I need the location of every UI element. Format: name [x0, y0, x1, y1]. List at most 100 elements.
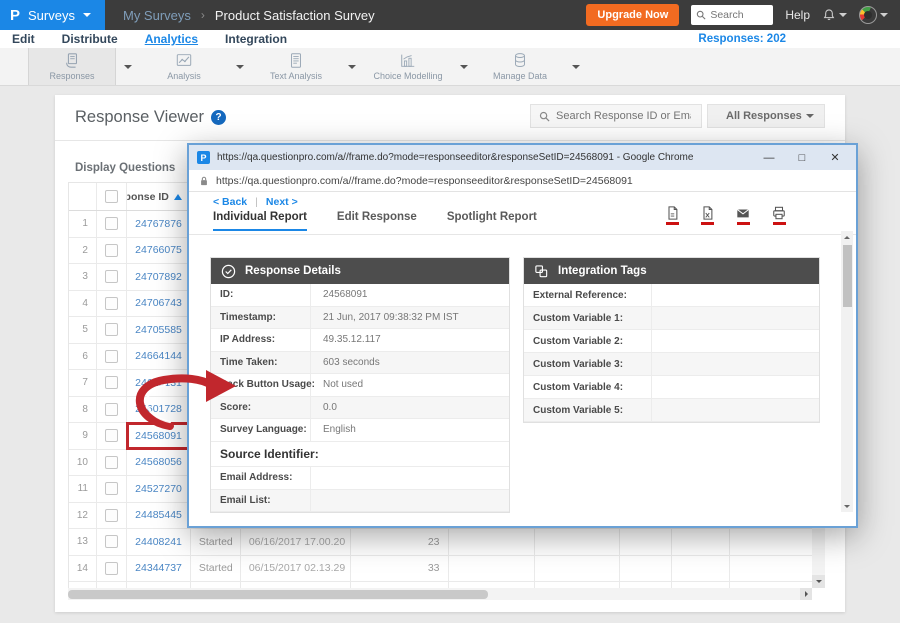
chevron-down-icon: [460, 65, 468, 73]
row-number: 11: [69, 476, 97, 502]
responses-dropdown-caret[interactable]: [116, 48, 140, 85]
response-id-cell[interactable]: 24766075: [127, 238, 191, 264]
response-id-cell[interactable]: 24408241: [127, 529, 191, 555]
row-checkbox[interactable]: [105, 456, 118, 469]
report-tab[interactable]: Individual Report: [213, 211, 307, 231]
row-checkbox[interactable]: [105, 244, 118, 257]
popup-title-bar[interactable]: P https://qa.questionpro.com/a//frame.do…: [189, 145, 856, 170]
row-checkbox[interactable]: [105, 297, 118, 310]
detail-row: Source Identifier:: [211, 442, 509, 468]
search-icon: [539, 111, 550, 122]
close-button[interactable]: ✕: [822, 151, 848, 164]
response-id-header[interactable]: Response ID: [127, 183, 191, 210]
toolbar-item-manage-data[interactable]: Manage Data: [476, 48, 564, 85]
detail-label: Custom Variable 3:: [524, 353, 652, 375]
response-id-cell[interactable]: 24705585: [127, 317, 191, 343]
select-all-cell: [97, 183, 127, 210]
next-link[interactable]: Next >: [266, 196, 298, 208]
export-excel-button[interactable]: [701, 206, 714, 225]
choice-modelling-dropdown-caret[interactable]: [452, 48, 476, 85]
minimize-button[interactable]: —: [756, 152, 782, 164]
row-checkbox[interactable]: [105, 535, 118, 548]
divider: [55, 140, 845, 141]
menu-item[interactable]: Edit: [12, 32, 35, 46]
response-id-cell[interactable]: 24601728: [127, 397, 191, 423]
row-checkbox[interactable]: [105, 482, 118, 495]
report-tab[interactable]: Edit Response: [337, 211, 417, 231]
response-id-cell[interactable]: 24664144: [127, 344, 191, 370]
questionpro-favicon: P: [197, 151, 210, 164]
email-report-button[interactable]: [736, 206, 750, 225]
menu-item[interactable]: Integration: [225, 32, 287, 46]
back-link[interactable]: < Back: [213, 196, 247, 208]
popup-url[interactable]: https://qa.questionpro.com/a//frame.do?m…: [216, 175, 633, 187]
response-search-input[interactable]: [556, 110, 691, 122]
response-id-cell[interactable]: 24767876: [127, 211, 191, 237]
response-id-cell[interactable]: 24707892: [127, 264, 191, 290]
chevron-down-icon: [880, 13, 888, 21]
popup-address-bar[interactable]: https://qa.questionpro.com/a//frame.do?m…: [189, 170, 856, 192]
row-checkbox[interactable]: [105, 429, 118, 442]
toolbar-item-analysis[interactable]: Analysis: [140, 48, 228, 85]
response-filter-dropdown[interactable]: All Responses: [707, 104, 825, 128]
detail-label: External Reference:: [524, 284, 652, 306]
row-checkbox[interactable]: [105, 350, 118, 363]
response-id-cell[interactable]: 24527270: [127, 476, 191, 502]
toolbar-item-text-analysis[interactable]: Text Analysis: [252, 48, 340, 85]
row-checkbox-cell: [97, 344, 127, 370]
response-id-cell[interactable]: 24568091: [127, 423, 191, 449]
scroll-up-icon[interactable]: [841, 231, 853, 243]
notifications-menu[interactable]: [822, 8, 847, 22]
scrollbar-thumb[interactable]: [843, 245, 852, 307]
row-checkbox[interactable]: [105, 270, 118, 283]
print-button[interactable]: [772, 206, 786, 225]
detail-value: [311, 467, 509, 489]
response-id-cell[interactable]: 24706743: [127, 291, 191, 317]
product-switcher[interactable]: P Surveys: [0, 0, 105, 30]
row-checkbox[interactable]: [105, 403, 118, 416]
row-checkbox[interactable]: [105, 509, 118, 522]
row-checkbox[interactable]: [105, 217, 118, 230]
scroll-right-icon[interactable]: [800, 588, 812, 600]
help-icon[interactable]: ?: [211, 110, 226, 125]
scroll-down-icon[interactable]: [841, 500, 853, 512]
row-checkbox[interactable]: [105, 562, 118, 575]
select-all-checkbox[interactable]: [105, 190, 118, 203]
upgrade-now-button[interactable]: Upgrade Now: [586, 4, 679, 26]
chrome-popup-window: P https://qa.questionpro.com/a//frame.do…: [187, 143, 858, 528]
toolbar-item-choice-modelling[interactable]: Choice Modelling: [364, 48, 452, 85]
menu-item[interactable]: Analytics: [145, 32, 198, 46]
row-number: 8: [69, 397, 97, 423]
response-id-cell[interactable]: 24344737: [127, 556, 191, 582]
time-taken-cell: 23: [351, 529, 449, 555]
scrollbar-thumb[interactable]: [68, 590, 488, 599]
account-menu[interactable]: [859, 6, 888, 24]
responses-count-badge[interactable]: Responses: 202: [698, 33, 786, 45]
text-analysis-dropdown-caret[interactable]: [340, 48, 364, 85]
menu-item[interactable]: Distribute: [62, 32, 118, 46]
response-id-cell[interactable]: 24625131: [127, 370, 191, 396]
global-search-input[interactable]: [710, 9, 768, 21]
row-checkbox-cell: [97, 291, 127, 317]
manage-data-dropdown-caret[interactable]: [564, 48, 588, 85]
help-link[interactable]: Help: [785, 8, 810, 22]
row-checkbox[interactable]: [105, 323, 118, 336]
response-id-cell[interactable]: 24485445: [127, 503, 191, 529]
table-horizontal-scrollbar[interactable]: [68, 588, 812, 600]
toolbar-item-responses[interactable]: Responses: [28, 48, 116, 85]
response-id-cell[interactable]: 24568056: [127, 450, 191, 476]
analysis-dropdown-caret[interactable]: [228, 48, 252, 85]
response-search[interactable]: [530, 104, 702, 128]
breadcrumb-my-surveys[interactable]: My Surveys: [123, 8, 191, 23]
report-tabs: Individual Report Edit Response Spotligh…: [213, 211, 537, 231]
report-tab[interactable]: Spotlight Report: [447, 211, 537, 231]
popup-vertical-scrollbar[interactable]: [841, 231, 853, 512]
row-checkbox[interactable]: [105, 376, 118, 389]
detail-value: Not used: [311, 374, 509, 396]
export-pdf-button[interactable]: [666, 206, 679, 225]
row-checkbox-cell: [97, 529, 127, 555]
scroll-down-icon[interactable]: [812, 575, 825, 588]
maximize-button[interactable]: □: [789, 152, 815, 164]
global-search[interactable]: [691, 5, 773, 25]
toolbar-group-analysis: Analysis: [140, 48, 252, 85]
